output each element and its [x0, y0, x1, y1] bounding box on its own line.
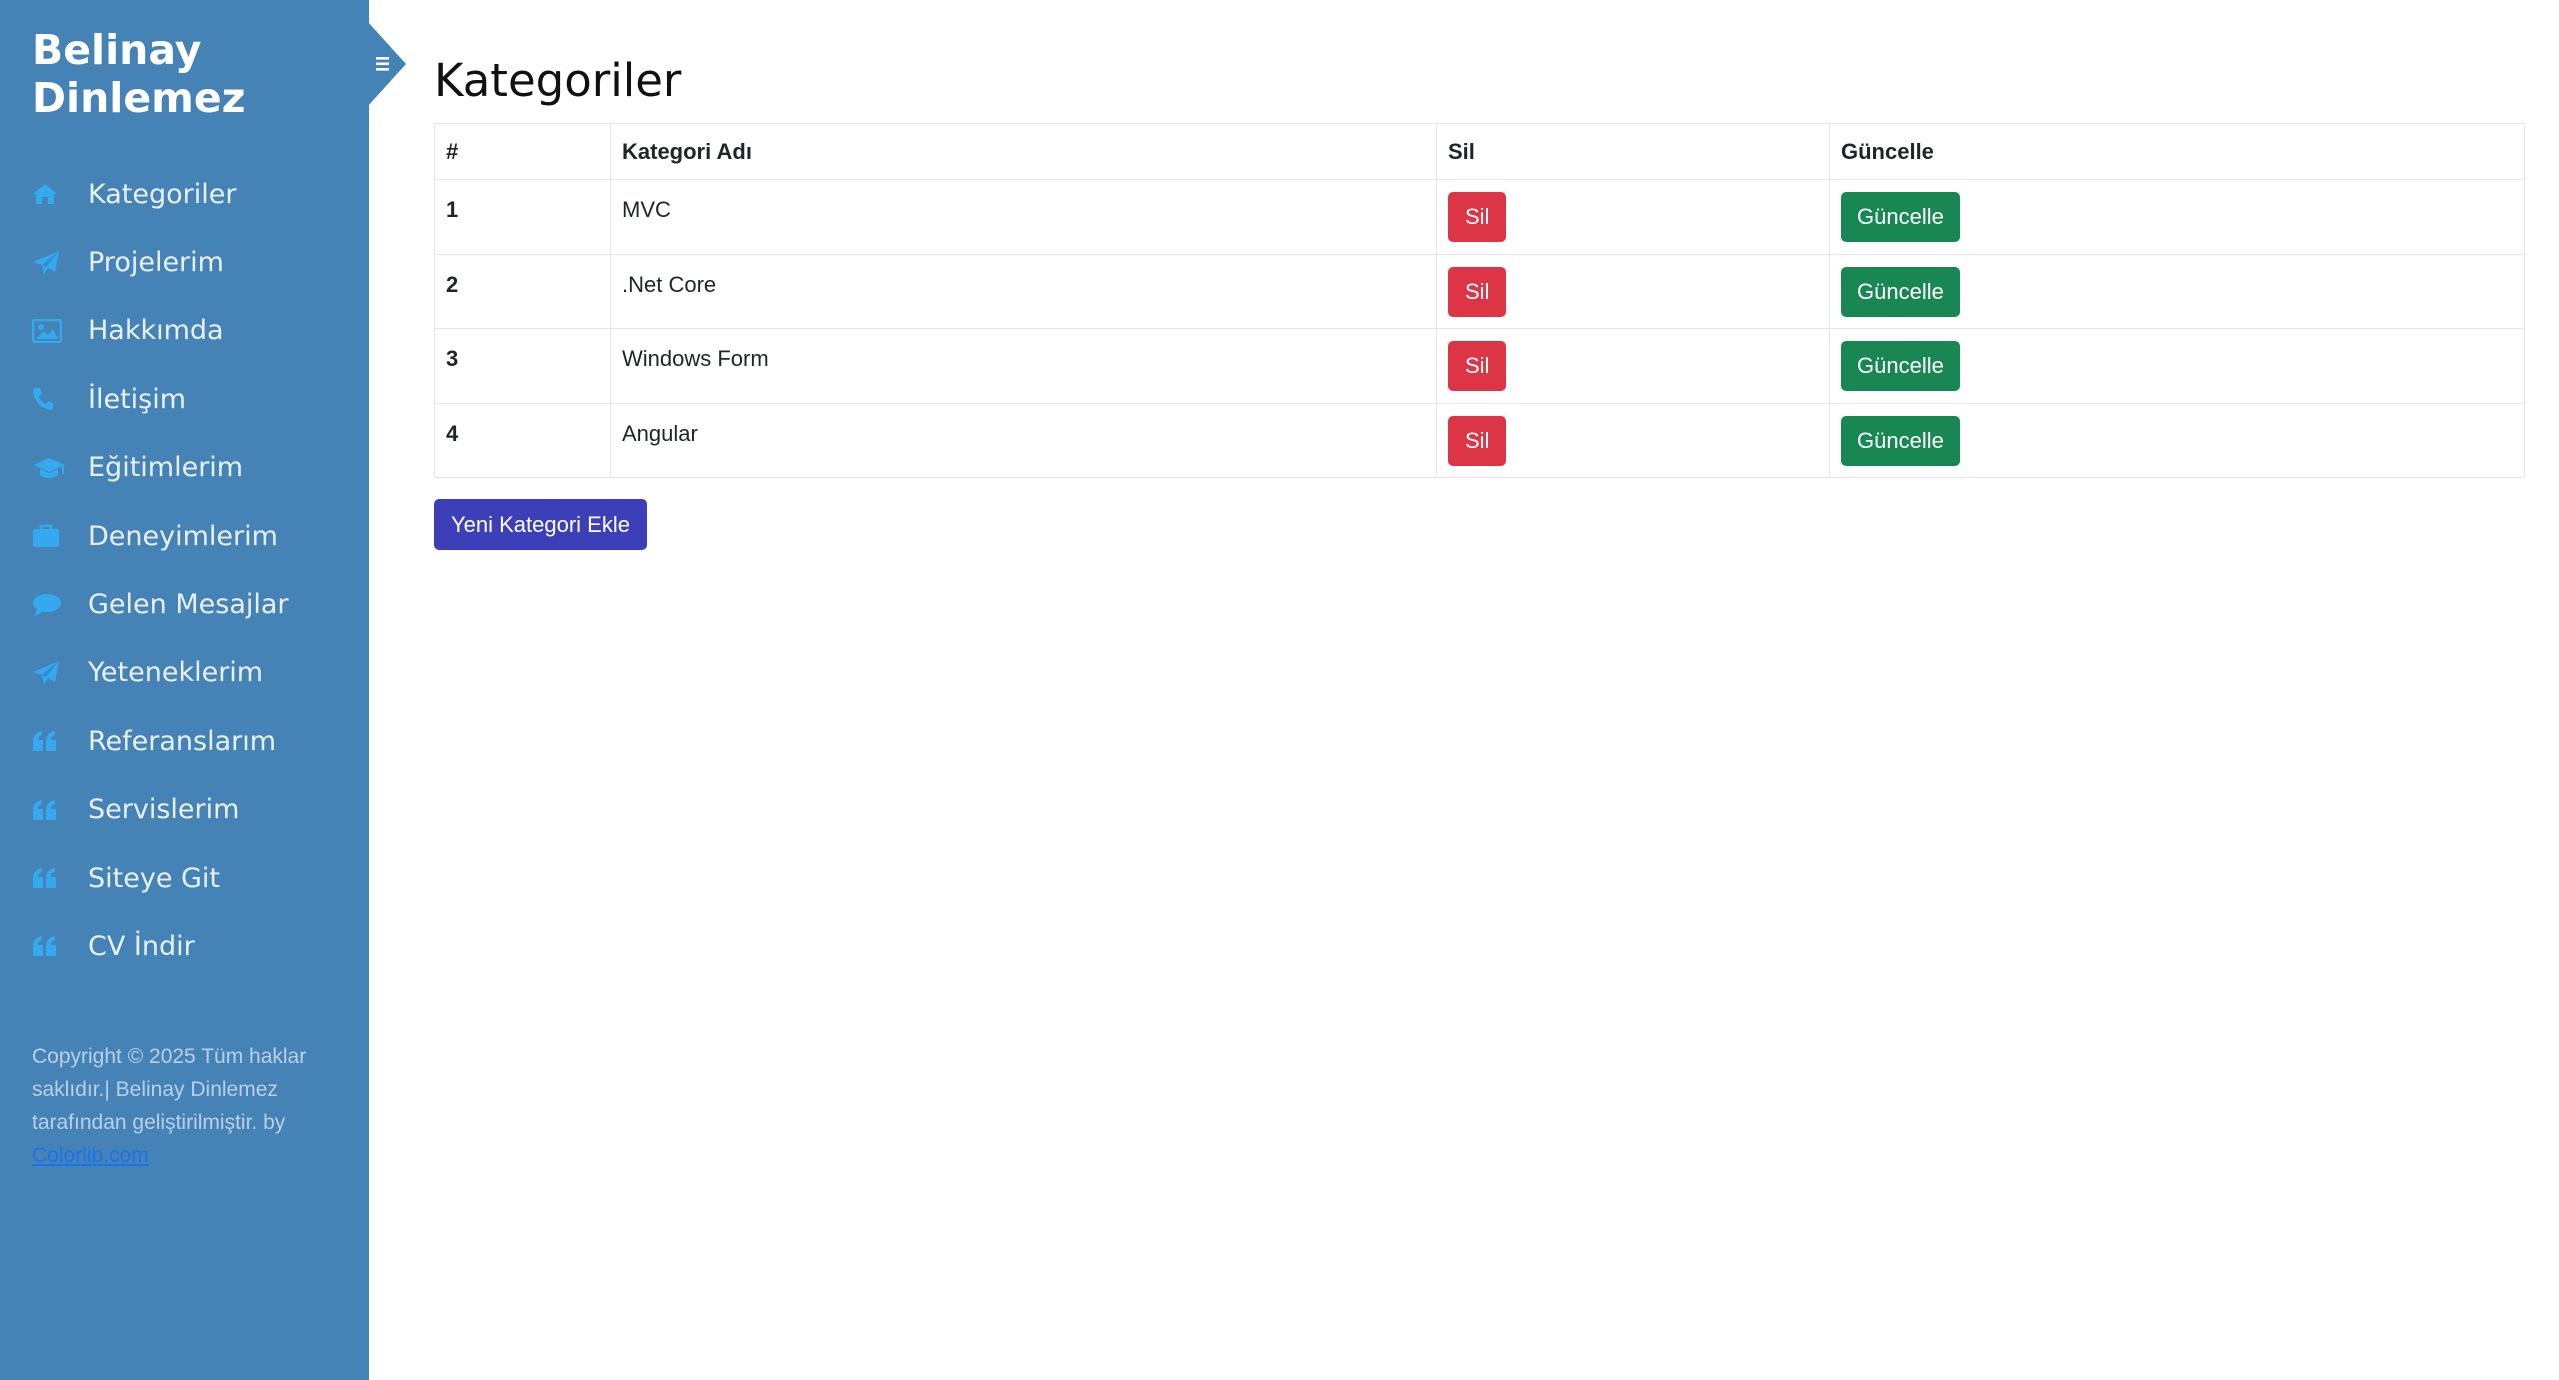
- brand-logo[interactable]: Belinay Dinlemez: [32, 26, 246, 122]
- quote-icon: [32, 795, 72, 825]
- copyright-text: Copyright © 2025 Tüm haklar saklıdır.| B…: [32, 1045, 307, 1134]
- sidebar-item-label: CV İndir: [88, 930, 195, 962]
- update-cell: Güncelle: [1829, 328, 2525, 404]
- sidebar-item-label: Eğitimlerim: [88, 452, 244, 484]
- table-row: 1 MVC Sil Güncelle: [434, 179, 2525, 255]
- update-button[interactable]: Güncelle: [1841, 266, 1960, 317]
- sidebar: Belinay Dinlemez Kategoriler Projelerim …: [0, 0, 369, 1380]
- delete-cell: Sil: [1436, 253, 1830, 329]
- update-cell: Güncelle: [1829, 179, 2525, 255]
- quote-icon: [32, 726, 72, 756]
- briefcase-icon: [32, 521, 72, 551]
- sidebar-item-siteye-git[interactable]: Siteye Git: [32, 844, 289, 912]
- delete-cell: Sil: [1436, 328, 1830, 404]
- update-cell: Güncelle: [1829, 402, 2525, 478]
- sidebar-item-iletisim[interactable]: İletişim: [32, 365, 289, 433]
- column-header-delete: Sil: [1436, 123, 1830, 180]
- graduation-cap-icon: [32, 453, 72, 483]
- sidebar-item-label: İletişim: [88, 383, 187, 415]
- delete-button[interactable]: Sil: [1448, 192, 1507, 242]
- paper-plane-icon: [32, 248, 72, 278]
- paper-plane-icon: [32, 658, 72, 688]
- sidebar-item-egitimlerim[interactable]: Eğitimlerim: [32, 434, 289, 502]
- delete-button[interactable]: Sil: [1448, 266, 1507, 317]
- update-button[interactable]: Güncelle: [1841, 415, 1960, 466]
- sidebar-item-referanslarim[interactable]: Referanslarım: [32, 707, 289, 775]
- delete-button[interactable]: Sil: [1448, 415, 1507, 466]
- delete-button[interactable]: Sil: [1448, 341, 1507, 391]
- sidebar-item-yeteneklerim[interactable]: Yeteneklerim: [32, 639, 289, 707]
- sidebar-item-deneyimlerim[interactable]: Deneyimlerim: [32, 502, 289, 570]
- sidebar-item-label: Deneyimlerim: [88, 520, 278, 552]
- menu-icon: [368, 22, 406, 106]
- row-category-name: Angular: [610, 402, 1437, 478]
- add-category-button[interactable]: Yeni Kategori Ekle: [434, 499, 647, 550]
- column-header-update: Güncelle: [1829, 123, 2525, 180]
- sidebar-item-gelen-mesajlar[interactable]: Gelen Mesajlar: [32, 570, 289, 638]
- column-header-category-name: Kategori Adı: [610, 123, 1437, 180]
- sidebar-item-hakkimda[interactable]: Hakkımda: [32, 297, 289, 365]
- row-id: 3: [434, 328, 611, 404]
- brand-line-1: Belinay: [32, 26, 202, 74]
- update-button[interactable]: Güncelle: [1841, 341, 1960, 391]
- update-button[interactable]: Güncelle: [1841, 192, 1960, 242]
- sidebar-item-label: Gelen Mesajlar: [88, 589, 289, 621]
- sidebar-item-label: Kategoriler: [88, 178, 237, 210]
- row-category-name: MVC: [610, 179, 1437, 255]
- row-category-name: Windows Form: [610, 328, 1437, 404]
- update-cell: Güncelle: [1829, 253, 2525, 329]
- row-id: 1: [434, 179, 611, 255]
- delete-cell: Sil: [1436, 179, 1830, 255]
- row-id: 2: [434, 253, 611, 329]
- row-id: 4: [434, 402, 611, 478]
- sidebar-toggle-button[interactable]: [368, 22, 406, 106]
- sidebar-item-kategoriler[interactable]: Kategoriler: [32, 160, 289, 228]
- sidebar-item-label: Siteye Git: [88, 862, 221, 894]
- colorlib-link[interactable]: Colorlib.com: [32, 1144, 149, 1167]
- column-header-number: #: [434, 123, 611, 180]
- sidebar-item-label: Projelerim: [88, 247, 224, 279]
- sidebar-item-label: Hakkımda: [88, 315, 224, 347]
- comment-icon: [32, 590, 72, 620]
- page-title: Kategoriler: [434, 54, 682, 107]
- sidebar-item-label: Yeteneklerim: [88, 657, 264, 689]
- sidebar-item-label: Servislerim: [88, 794, 240, 826]
- sidebar-item-cv-indir[interactable]: CV İndir: [32, 912, 289, 980]
- image-icon: [32, 316, 72, 346]
- categories-table: # Kategori Adı Sil Güncelle 1 MVC Sil Gü…: [434, 123, 2525, 478]
- sidebar-item-servislerim[interactable]: Servislerim: [32, 776, 289, 844]
- table-row: 3 Windows Form Sil Güncelle: [434, 328, 2525, 404]
- sidebar-item-label: Referanslarım: [88, 725, 277, 757]
- quote-icon: [32, 863, 72, 893]
- sidebar-footer: Copyright © 2025 Tüm haklar saklıdır.| B…: [32, 1040, 352, 1172]
- table-row: 2 .Net Core Sil Güncelle: [434, 253, 2525, 329]
- sidebar-nav: Kategoriler Projelerim Hakkımda İletişim…: [32, 160, 289, 981]
- delete-cell: Sil: [1436, 402, 1830, 478]
- table-header-row: # Kategori Adı Sil Güncelle: [434, 123, 2525, 180]
- brand-line-2: Dinlemez: [32, 74, 246, 122]
- table-row: 4 Angular Sil Güncelle: [434, 402, 2525, 478]
- sidebar-item-projelerim[interactable]: Projelerim: [32, 228, 289, 296]
- phone-icon: [32, 384, 72, 414]
- home-icon: [32, 179, 72, 209]
- quote-icon: [32, 931, 72, 961]
- row-category-name: .Net Core: [610, 253, 1437, 329]
